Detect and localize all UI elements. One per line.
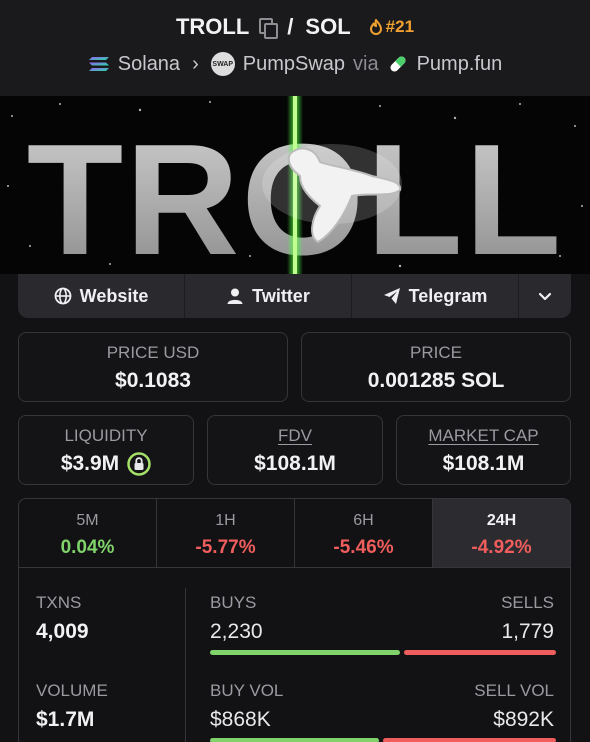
- via-label: via: [353, 52, 379, 75]
- liquidity-value-row: $3.9M: [19, 452, 193, 476]
- transactions-panel: TXNS 4,009 BUYS 2,230 SELLS 1,779 VOLUME…: [18, 568, 571, 742]
- volume-value: $1.7M: [36, 708, 95, 731]
- solana-icon: [88, 57, 109, 71]
- tab-24h-label: 24H: [486, 512, 517, 529]
- lock-icon[interactable]: [127, 452, 151, 476]
- liquidity-label: LIQUIDITY: [64, 426, 148, 445]
- chevron-down-icon: [538, 292, 552, 301]
- tab-6h-change: -5.46%: [333, 537, 394, 558]
- tab-5m[interactable]: 5M 0.04%: [19, 499, 157, 567]
- market-cap-box: MARKET CAP $108.1M: [396, 415, 571, 485]
- panel-divider: [185, 588, 186, 742]
- website-label: Website: [79, 285, 149, 306]
- buy-volume-ratio-bar: [210, 738, 379, 742]
- telegram-label: Telegram: [408, 285, 488, 306]
- telegram-button[interactable]: Telegram: [352, 274, 519, 318]
- twitter-label: Twitter: [252, 285, 310, 306]
- chain-link[interactable]: Solana: [118, 53, 180, 76]
- sell-volume-value: $892K: [493, 708, 554, 731]
- price-usd-label: PRICE USD: [106, 343, 200, 362]
- tab-1h-label: 1H: [215, 512, 236, 529]
- txns-label: TXNS: [36, 593, 82, 612]
- sell-volume-ratio-bar: [383, 738, 556, 742]
- price-native-label: PRICE: [410, 343, 462, 362]
- price-native-box: PRICE 0.001285 SOL: [301, 332, 571, 402]
- more-links-button[interactable]: [519, 274, 571, 318]
- timeframe-tabs: 5M 0.04% 1H -5.77% 6H -5.46% 24H -4.92%: [18, 498, 571, 568]
- pair-separator: /: [287, 14, 294, 39]
- flame-icon: [369, 19, 382, 35]
- buys-label: BUYS: [210, 593, 257, 612]
- buy-volume-label: BUY VOL: [210, 681, 284, 700]
- buy-volume-value: $868K: [210, 708, 271, 731]
- rank-value: #21: [385, 17, 415, 36]
- copy-icon[interactable]: [259, 18, 279, 39]
- tab-6h[interactable]: 6H -5.46%: [295, 499, 433, 567]
- sells-ratio-bar: [404, 650, 556, 655]
- fdv-label[interactable]: FDV: [208, 426, 382, 446]
- tab-6h-label: 6H: [353, 512, 374, 529]
- sells-label: SELLS: [501, 593, 554, 612]
- launchpad-link[interactable]: Pump.fun: [417, 53, 503, 76]
- tab-24h-change: -4.92%: [471, 537, 532, 558]
- fdv-value: $108.1M: [254, 452, 336, 475]
- chevron-right-icon: ›: [192, 52, 199, 75]
- pair-header: TROLL / SOL #21 Solana › SWAP PumpSwap v…: [0, 0, 590, 96]
- quote-symbol: SOL: [305, 14, 351, 39]
- twitter-button[interactable]: Twitter: [185, 274, 352, 318]
- tab-24h[interactable]: 24H -4.92%: [433, 499, 570, 567]
- pumpswap-icon: SWAP: [210, 52, 235, 76]
- website-button[interactable]: Website: [18, 274, 185, 318]
- tab-1h-change: -5.77%: [195, 537, 256, 558]
- sells-value: 1,779: [501, 620, 554, 643]
- token-banner-image: TROLL: [0, 96, 590, 274]
- pair-title-row: TROLL / SOL #21: [0, 14, 590, 40]
- telegram-icon: [383, 288, 400, 304]
- price-usd-box: PRICE USD $0.1083: [18, 332, 288, 402]
- pill-icon: [390, 56, 406, 72]
- liquidity-value: $3.9M: [60, 452, 120, 475]
- sell-volume-label: SELL VOL: [474, 681, 554, 700]
- txns-value: 4,009: [36, 620, 89, 643]
- trending-rank-badge[interactable]: #21: [369, 17, 414, 37]
- tab-5m-change: 0.04%: [60, 537, 115, 558]
- fdv-box: FDV $108.1M: [207, 415, 383, 485]
- buys-ratio-bar: [210, 650, 400, 655]
- tab-5m-label: 5M: [76, 512, 99, 529]
- banner-graphic: TROLL: [7, 96, 583, 274]
- price-native-value: 0.001285 SOL: [367, 369, 505, 392]
- dex-link[interactable]: PumpSwap: [243, 53, 345, 76]
- market-cap-label[interactable]: MARKET CAP: [397, 426, 570, 446]
- user-icon: [227, 288, 243, 304]
- token-symbol: TROLL: [175, 14, 250, 39]
- breadcrumb: Solana › SWAP PumpSwap via Pump.fun: [0, 52, 590, 76]
- globe-icon: [54, 287, 72, 305]
- social-links-bar: Website Twitter Telegram: [18, 274, 571, 318]
- volume-label: VOLUME: [36, 681, 108, 700]
- price-usd-value: $0.1083: [115, 369, 191, 392]
- liquidity-box: LIQUIDITY $3.9M: [18, 415, 194, 485]
- buys-value: 2,230: [210, 620, 263, 643]
- tab-1h[interactable]: 1H -5.77%: [157, 499, 295, 567]
- market-cap-value: $108.1M: [442, 452, 525, 475]
